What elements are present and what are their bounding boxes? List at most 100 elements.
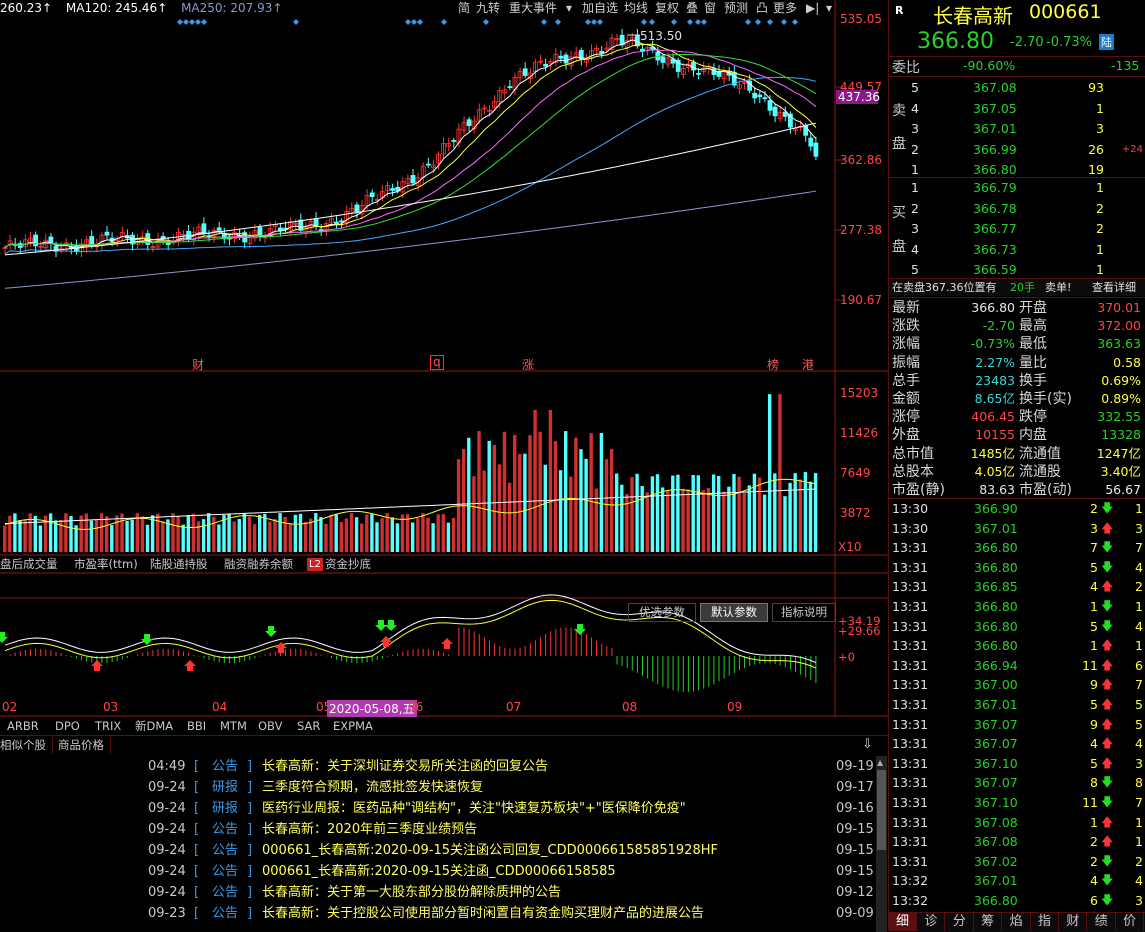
news-item[interactable]: 09-24 [公告] 长春高新：2020年前三季度业绩预告 09-15: [0, 819, 888, 840]
volume-bar: [569, 476, 573, 552]
news-item[interactable]: 09-23 [公告] 长春高新：关于控股公司使用部分暂时闲置自有资金购买理财产品的进…: [0, 903, 888, 924]
weibi-value: -90.60%: [963, 58, 1016, 73]
default-params-button[interactable]: 默认参数: [700, 603, 768, 622]
order-alert-banner[interactable]: 在卖盘367.36位置有 20手 卖单! 查看详细: [889, 279, 1145, 296]
quote-tab[interactable]: 筹: [974, 913, 1003, 931]
tab-sar[interactable]: SAR: [297, 718, 320, 735]
signal-diamond-icon: [701, 19, 707, 25]
quote-tab[interactable]: 指: [1031, 913, 1059, 931]
news-title[interactable]: 长春高新：关于深圳证券交易所关注函的回复公告: [262, 756, 548, 777]
quote-tab[interactable]: 绩: [1088, 913, 1116, 931]
ma-button[interactable]: 均线: [624, 0, 648, 16]
event-marker-rise[interactable]: 涨: [522, 356, 534, 373]
skip-end-icon[interactable]: ▶|: [806, 0, 819, 16]
tab-margin-balance[interactable]: 融资融券余额: [224, 556, 293, 573]
tick-time: 13:30: [892, 501, 929, 516]
quote-tab[interactable]: 价: [1116, 913, 1145, 931]
add-watchlist-button[interactable]: 加自选: [582, 0, 618, 16]
ask-level[interactable]: 2 366.99 26 +24: [889, 140, 1145, 160]
tab-mtm[interactable]: MTM: [220, 718, 247, 735]
ask-level[interactable]: 3 367.01 3: [889, 119, 1145, 139]
tab-trix[interactable]: TRIX: [95, 718, 121, 735]
volume-bar: [171, 513, 175, 552]
tab-bbi[interactable]: BBI: [187, 718, 206, 735]
stat-value: 363.63: [1097, 336, 1141, 352]
sell-arrow-icon: [375, 620, 387, 631]
volume-bar: [502, 431, 507, 552]
news-item[interactable]: 04:49 [公告] 长春高新：关于深圳证券交易所关注函的回复公告 09-19: [0, 756, 888, 777]
tab-after-hours-volume[interactable]: 盘后成交量: [0, 556, 58, 573]
tab-northbound[interactable]: 陆股通持股: [150, 556, 208, 573]
simple-button[interactable]: 简: [458, 0, 470, 16]
volume-bar: [528, 435, 532, 552]
event-marker-rank[interactable]: 榜: [767, 356, 779, 373]
download-icon[interactable]: ⇩: [862, 737, 873, 752]
tab-commodity-prices[interactable]: 商品价格: [58, 737, 111, 754]
toolbar-dropdown-icon[interactable]: ▾: [826, 0, 832, 16]
volume-bar: [732, 474, 736, 552]
tab-dpo[interactable]: DPO: [55, 718, 80, 735]
stat-row: 总市值 1485亿 流通值 1247亿: [889, 445, 1145, 463]
news-title[interactable]: 长春高新：关于第一大股东部分股份解除质押的公告: [262, 882, 561, 903]
tick-time: 13:31: [892, 736, 929, 752]
down-arrow-icon: 🡇: [1101, 599, 1114, 613]
news-title[interactable]: 000661_长春高新:2020-09-15关注函公司回复_CDD0006615…: [262, 840, 718, 861]
news-item[interactable]: 09-24 [研报] 三季度符合预期，流感批签发快速恢复 09-17: [0, 777, 888, 798]
event-marker-hk[interactable]: 港: [802, 356, 814, 373]
order-alert-detail[interactable]: 查看详细: [1092, 279, 1136, 296]
tab-expma[interactable]: EXPMA: [333, 718, 373, 735]
forecast-button[interactable]: 预测: [724, 0, 748, 16]
tab-similar-stocks[interactable]: 相似个股: [0, 737, 53, 754]
more-button[interactable]: 更多: [773, 0, 797, 16]
news-title[interactable]: 三季度符合预期，流感批签发快速恢复: [262, 777, 483, 798]
quote-tab[interactable]: 焰: [1003, 913, 1031, 931]
indicator-help-button[interactable]: 指标说明: [772, 603, 836, 622]
news-item[interactable]: 09-24 [公告] 000661_长春高新:2020-09-15关注函公司回复_C…: [0, 840, 888, 861]
kline-chart-area[interactable]: [0, 0, 888, 735]
bid-level[interactable]: 3 366.77 2: [889, 219, 1145, 239]
date-label: 08: [622, 700, 638, 714]
tab-obv[interactable]: OBV: [258, 718, 282, 735]
event-marker-finance[interactable]: 财: [192, 356, 204, 373]
tab-new-dma[interactable]: 新DMA: [135, 718, 173, 735]
tab-pe-ttm[interactable]: 市盈率(ttm): [74, 556, 138, 573]
quote-tab[interactable]: 财: [1059, 913, 1088, 931]
news-title[interactable]: 长春高新：关于控股公司使用部分暂时闲置自有资金购买理财产品的进展公告: [262, 903, 704, 924]
quote-tab[interactable]: 诊: [917, 913, 946, 931]
bid-level[interactable]: 1 366.79 1: [889, 178, 1145, 198]
news-title[interactable]: 000661_长春高新:2020-09-15关注函_CDD00066158585: [262, 861, 616, 882]
event-marker-q[interactable]: q: [430, 355, 444, 370]
window-button[interactable]: 窗: [704, 0, 716, 16]
ask-level[interactable]: 4 367.05 1: [889, 99, 1145, 119]
candle-body: [696, 72, 701, 75]
volume-bar: [268, 521, 272, 552]
quote-tab[interactable]: 细: [889, 913, 917, 931]
quote-tab[interactable]: 分: [946, 913, 974, 931]
overlay-button[interactable]: 叠: [686, 0, 698, 16]
bid-level[interactable]: 5 366.59 1: [889, 260, 1145, 280]
news-item[interactable]: 09-24 [研报] 医药行业周报：医药品种"调结构"，关注"快速复苏板块"+"医保…: [0, 798, 888, 819]
tick-price: 366.80: [974, 893, 1018, 908]
l2-badge[interactable]: L2: [307, 558, 323, 571]
volume-bars: [3, 394, 818, 552]
tab-fund-bottom[interactable]: 资金抄底: [325, 556, 371, 573]
major-events-button[interactable]: 重大事件: [509, 0, 557, 16]
news-item[interactable]: 09-24 [公告] 000661_长春高新:2020-09-15关注函_CDD00…: [0, 861, 888, 882]
optimal-params-button[interactable]: 优选参数: [628, 603, 696, 622]
bid-level[interactable]: 2 366.78 2: [889, 199, 1145, 219]
date-label: 09: [727, 700, 743, 714]
events-dropdown-icon[interactable]: ▾: [566, 0, 572, 16]
convex-button[interactable]: 凸: [756, 0, 768, 16]
price-change-pct: -0.73%: [1046, 35, 1092, 50]
ask-level[interactable]: 5 367.08 93: [889, 78, 1145, 98]
news-title[interactable]: 医药行业周报：医药品种"调结构"，关注"快速复苏板块"+"医保降价免疫": [262, 798, 686, 819]
jiuzhuan-button[interactable]: 九转: [476, 0, 500, 16]
news-item[interactable]: 09-24 [公告] 长春高新：关于第一大股东部分股份解除质押的公告 09-12: [0, 882, 888, 903]
news-title[interactable]: 长春高新：2020年前三季度业绩预告: [262, 819, 477, 840]
adjust-button[interactable]: 复权: [655, 0, 679, 16]
tick-time: 13:31: [892, 677, 929, 693]
bid-level[interactable]: 4 366.73 1: [889, 240, 1145, 260]
tab-arbr[interactable]: ARBR: [7, 718, 39, 735]
volume-bar: [354, 517, 359, 552]
volume-bar: [803, 472, 808, 552]
